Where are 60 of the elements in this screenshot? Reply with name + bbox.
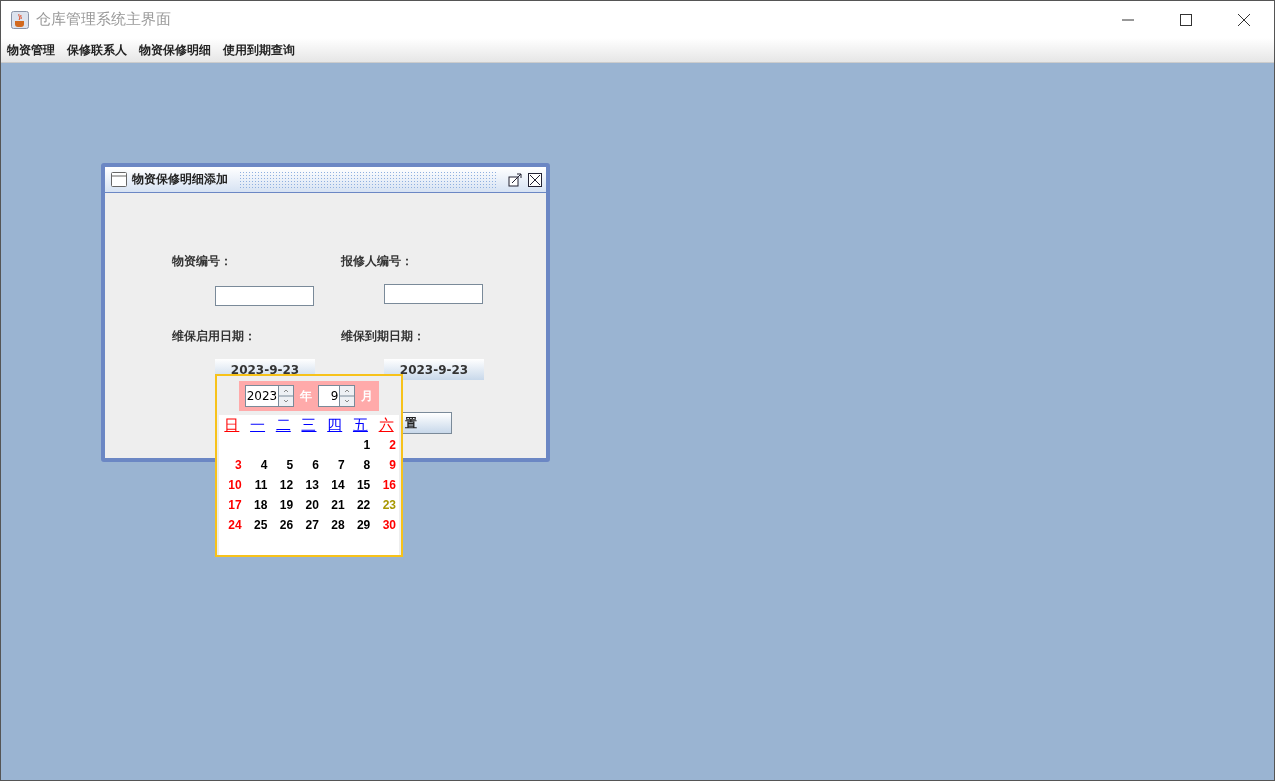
calendar-day[interactable]: 6 xyxy=(296,455,322,475)
calendar-day[interactable]: 20 xyxy=(296,495,322,515)
calendar-day[interactable]: 12 xyxy=(270,475,297,495)
calendar-day[interactable]: 7 xyxy=(321,455,348,475)
date-button[interactable]: 2023-9-23 xyxy=(384,359,484,380)
year-spinner[interactable]: 2023 xyxy=(244,385,295,407)
calendar-day[interactable]: 13 xyxy=(296,475,322,495)
field-label: 报修人编号： xyxy=(341,253,414,270)
field-label: 物资编号： xyxy=(172,253,233,270)
field-label: 维保启用日期： xyxy=(172,328,257,345)
calendar-day[interactable]: 8 xyxy=(347,455,374,475)
calendar-day[interactable]: 5 xyxy=(270,455,297,475)
maximize-icon[interactable] xyxy=(1180,13,1192,26)
weekday-label: 日 xyxy=(223,415,241,435)
field-label: 维保到期日期： xyxy=(341,328,426,345)
menu-item[interactable]: 物资管理 xyxy=(7,41,55,59)
internal-window-title: 物资保修明细添加 xyxy=(132,171,228,188)
calendar-day[interactable]: 26 xyxy=(270,515,297,535)
calendar-day[interactable]: 3 xyxy=(219,455,245,475)
calendar-day[interactable]: 14 xyxy=(321,475,348,495)
weekday-label: 四 xyxy=(326,415,344,435)
close-icon[interactable] xyxy=(1238,13,1250,26)
calendar-day[interactable]: 2 xyxy=(373,435,399,455)
calendar-day[interactable]: 17 xyxy=(219,495,245,515)
month-unit: 月 xyxy=(361,387,374,405)
window-icon xyxy=(111,172,127,187)
weekday-label: 二 xyxy=(274,415,292,435)
calendar-day[interactable]: 16 xyxy=(373,475,399,495)
popout-icon[interactable] xyxy=(508,172,523,187)
menu-item[interactable]: 物资保修明细 xyxy=(139,41,211,59)
spinner-arrows-icon[interactable] xyxy=(339,386,355,406)
calendar-day[interactable]: 24 xyxy=(219,515,245,535)
menu-item[interactable]: 使用到期查询 xyxy=(223,41,295,59)
weekday-label: 五 xyxy=(351,415,369,435)
calendar-day[interactable]: 25 xyxy=(244,515,271,535)
calendar-day[interactable]: 22 xyxy=(347,495,374,515)
close-icon[interactable] xyxy=(528,172,542,187)
input-field[interactable] xyxy=(215,286,314,306)
month-spinner[interactable]: 9 xyxy=(318,385,356,407)
input-field[interactable] xyxy=(384,284,483,304)
calendar-day[interactable]: 28 xyxy=(321,515,348,535)
calendar-day[interactable]: 15 xyxy=(347,475,374,495)
calendar-day[interactable]: 4 xyxy=(244,455,271,475)
calendar-day[interactable]: 11 xyxy=(244,475,271,495)
calendar-day[interactable]: 9 xyxy=(373,455,399,475)
calendar-day[interactable]: 27 xyxy=(296,515,322,535)
weekday-label: 三 xyxy=(300,415,318,435)
spinner-arrows-icon[interactable] xyxy=(278,386,294,406)
menu-item[interactable]: 保修联系人 xyxy=(67,41,127,59)
calendar-day[interactable]: 18 xyxy=(244,495,271,515)
calendar-day[interactable]: 21 xyxy=(321,495,348,515)
calendar-day[interactable]: 29 xyxy=(347,515,374,535)
calendar-day[interactable]: 10 xyxy=(219,475,245,495)
weekday-label: 一 xyxy=(249,415,267,435)
calendar-day[interactable]: 1 xyxy=(347,435,374,455)
year-unit: 年 xyxy=(300,387,313,405)
calendar-day[interactable]: 19 xyxy=(270,495,297,515)
coffee-cup-icon xyxy=(11,10,29,29)
calendar-day[interactable]: 30 xyxy=(373,515,399,535)
window-title: 仓库管理系统主界面 xyxy=(36,10,171,29)
